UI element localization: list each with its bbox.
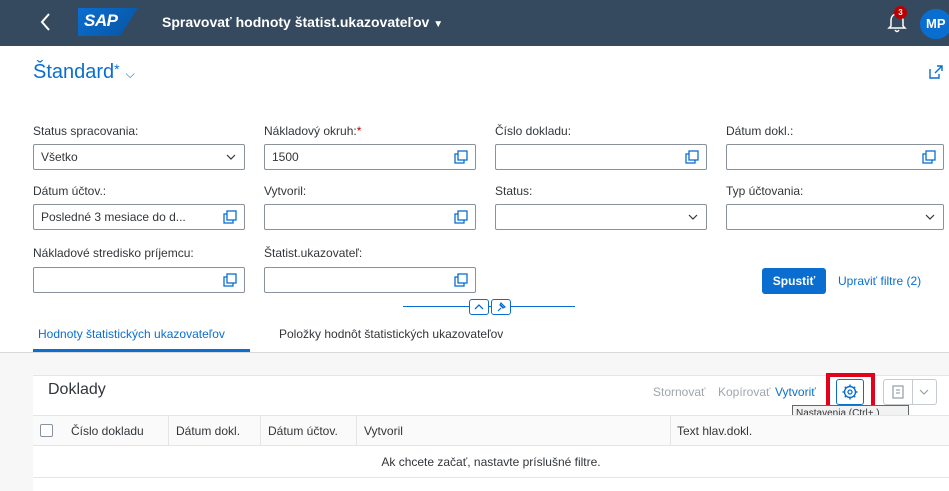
value-help-icon[interactable] xyxy=(453,272,469,288)
status-select[interactable]: Všetko xyxy=(33,144,245,170)
value-help-icon[interactable] xyxy=(684,149,700,165)
shell-bar: SAP Spravovať hodnoty štatist.ukazovateľ… xyxy=(0,0,949,46)
value-help-icon[interactable] xyxy=(222,209,238,225)
column-header-posting-date[interactable]: Dátum účtov. xyxy=(268,424,338,438)
variant-modified-marker: * xyxy=(114,61,120,77)
status2-label: Status: xyxy=(495,184,533,198)
reverse-button[interactable]: Stornovať xyxy=(653,385,706,399)
copy-button[interactable]: Kopírovať xyxy=(718,385,771,399)
created-by-input[interactable] xyxy=(264,204,476,230)
doc-number-label: Číslo dokladu: xyxy=(495,124,572,138)
value-help-icon[interactable] xyxy=(453,149,469,165)
collapse-header-button[interactable] xyxy=(469,299,489,315)
select-all-checkbox[interactable] xyxy=(40,424,53,437)
header-divider xyxy=(403,306,575,307)
chevron-up-icon xyxy=(474,304,484,310)
column-separator[interactable] xyxy=(356,415,357,446)
share-icon[interactable] xyxy=(928,64,944,80)
back-button[interactable] xyxy=(34,10,58,34)
pin-header-button[interactable] xyxy=(491,299,511,315)
status-label: Status spracovania: xyxy=(33,124,139,138)
pin-icon xyxy=(497,301,507,312)
column-header-doc-date[interactable]: Dátum dokl. xyxy=(176,424,240,438)
chevron-down-icon: ⌵ xyxy=(125,67,135,81)
tab-stat-value-items[interactable]: Položky hodnôt štatistických ukazovateľo… xyxy=(279,327,503,341)
column-header-header-text[interactable]: Text hlav.dokl. xyxy=(677,424,752,438)
column-separator[interactable] xyxy=(260,415,261,446)
sap-logo[interactable]: SAP xyxy=(78,8,138,36)
column-header-created-by[interactable]: Vytvoril xyxy=(364,424,403,438)
value-help-icon[interactable] xyxy=(921,149,937,165)
created-by-label: Vytvoril: xyxy=(264,184,307,198)
tab-stat-values[interactable]: Hodnoty štatistických ukazovateľov xyxy=(38,327,225,341)
table-title: Doklady xyxy=(48,381,106,398)
stat-key-input[interactable] xyxy=(264,267,476,293)
receiver-cc-label: Nákladové stredisko príjemcu: xyxy=(33,246,194,260)
table-header xyxy=(33,415,949,446)
notification-badge: 3 xyxy=(894,6,907,19)
variant-name: Štandard xyxy=(33,61,115,83)
column-header-doc-number[interactable]: Číslo dokladu xyxy=(71,424,144,438)
cost-area-label: Nákladový okruh:* xyxy=(264,124,362,138)
status-value: Všetko xyxy=(41,150,78,164)
column-separator[interactable] xyxy=(168,415,169,446)
adapt-filters-link[interactable]: Upraviť filtre (2) xyxy=(838,274,921,288)
posting-type-label: Typ účtovania: xyxy=(726,184,804,198)
caret-down-icon: ▼ xyxy=(433,19,444,30)
table-empty-message: Ak chcete začať, nastavte príslušné filt… xyxy=(33,446,949,478)
doc-date-input[interactable] xyxy=(726,144,944,170)
doc-date-label: Dátum dokl.: xyxy=(726,124,794,138)
posting-type-select[interactable] xyxy=(726,204,944,230)
create-button[interactable]: Vytvoriť xyxy=(775,385,816,399)
chevron-down-icon xyxy=(226,154,236,160)
value-help-icon[interactable] xyxy=(222,272,238,288)
export-dropdown-button[interactable] xyxy=(913,379,937,405)
arrow-left-icon xyxy=(40,13,50,31)
cost-area-value: 1500 xyxy=(272,150,299,164)
export-icon xyxy=(892,385,904,399)
receiver-cc-input[interactable] xyxy=(33,267,245,293)
value-help-icon[interactable] xyxy=(453,209,469,225)
chevron-down-icon xyxy=(925,214,935,220)
posting-date-label: Dátum účtov.: xyxy=(33,184,107,198)
doc-number-input[interactable] xyxy=(495,144,707,170)
posting-date-value: Posledné 3 mesiace do d... xyxy=(41,210,186,224)
app-title-menu[interactable]: Spravovať hodnoty štatist.ukazovateľov ▼ xyxy=(162,14,443,30)
status2-select[interactable] xyxy=(495,204,707,230)
chevron-down-icon xyxy=(919,389,929,395)
go-button[interactable]: Spustiť xyxy=(762,268,826,294)
chevron-down-icon xyxy=(688,214,698,220)
cost-area-input[interactable]: 1500 xyxy=(264,144,476,170)
variant-selector[interactable]: Štandard* ⌵ xyxy=(33,61,135,84)
export-button[interactable] xyxy=(883,379,913,405)
posting-date-input[interactable]: Posledné 3 mesiace do d... xyxy=(33,204,245,230)
user-avatar[interactable]: MP xyxy=(920,9,949,39)
column-separator[interactable] xyxy=(670,415,671,446)
app-title: Spravovať hodnoty štatist.ukazovateľov xyxy=(162,14,430,30)
stat-key-label: Štatist.ukazovateľ: xyxy=(264,246,363,260)
